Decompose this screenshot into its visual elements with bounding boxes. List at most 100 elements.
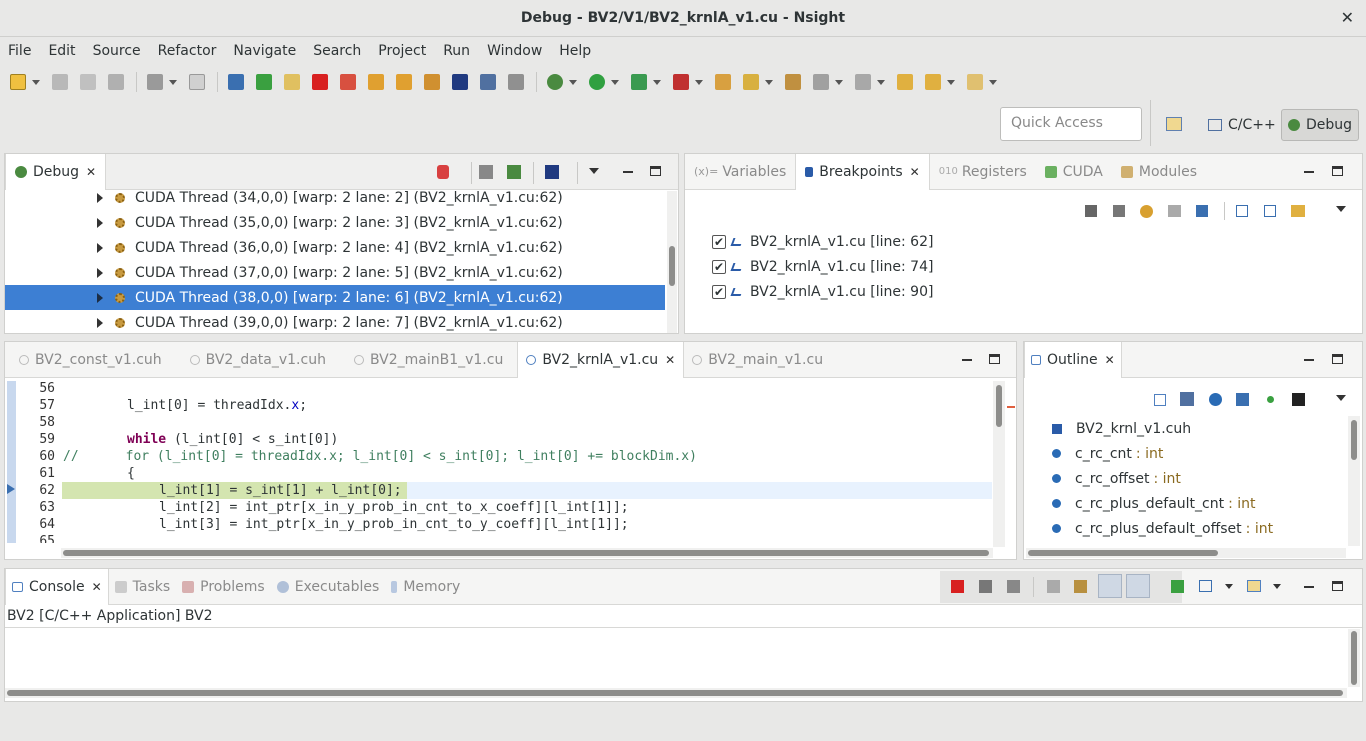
show-stdout-icon[interactable] — [1098, 574, 1122, 598]
view-menu-icon[interactable] — [1336, 206, 1346, 212]
minimize-icon[interactable] — [962, 359, 972, 361]
outline-item[interactable]: c_rc_plus_default_cnt: int — [1052, 491, 1256, 516]
code-line-current[interactable]: l_int[1] = s_int[1] + l_int[0]; — [159, 482, 402, 499]
tab-editor-main[interactable]: BV2_main_v1.cu — [684, 342, 831, 378]
disconnect-icon[interactable] — [340, 74, 356, 90]
forward-icon[interactable] — [967, 74, 983, 90]
view-menu-icon[interactable] — [1336, 395, 1346, 401]
scrollbar-thumb[interactable] — [1351, 631, 1357, 685]
tab-registers[interactable]: 010 Registers — [930, 154, 1036, 190]
quick-access-input[interactable]: Quick Access — [1000, 107, 1142, 141]
outline-item[interactable]: c_rc_plus_default_offset: int — [1052, 516, 1273, 541]
next-annotation-dropdown-icon[interactable] — [835, 79, 843, 85]
profile-icon[interactable] — [631, 74, 647, 90]
clear-console-icon[interactable] — [1047, 580, 1060, 593]
connect-icon[interactable] — [507, 165, 521, 179]
list-item[interactable]: ✔ BV2_krnlA_v1.cu [line: 74] — [712, 254, 933, 279]
search-tool-icon[interactable] — [743, 74, 759, 90]
debug-dropdown-icon[interactable] — [569, 79, 577, 85]
minimize-icon[interactable] — [1304, 171, 1314, 173]
outline-item[interactable]: c_rc_cnt: int — [1052, 441, 1163, 466]
list-item[interactable]: CUDA Thread (35,0,0) [warp: 2 lane: 3] (… — [5, 210, 665, 235]
list-item-selected[interactable]: CUDA Thread (38,0,0) [warp: 2 lane: 6] (… — [5, 285, 665, 310]
scrollbar-thumb[interactable] — [996, 385, 1002, 427]
scrollbar-thumb[interactable] — [669, 246, 675, 286]
list-item[interactable]: CUDA Thread (39,0,0) [warp: 2 lane: 7] (… — [5, 310, 665, 335]
menu-run[interactable]: Run — [443, 43, 470, 59]
menu-source[interactable]: Source — [93, 43, 141, 59]
expand-icon[interactable] — [97, 242, 103, 253]
external-tools-icon[interactable] — [673, 74, 689, 90]
menu-help[interactable]: Help — [559, 43, 591, 59]
run-icon[interactable] — [589, 74, 605, 90]
expand-icon[interactable] — [97, 217, 103, 228]
show-supported-icon[interactable] — [1140, 205, 1153, 218]
code-comment[interactable]: // for (l_int[0] = threadIdx.x; l_int[0]… — [63, 448, 697, 465]
tab-outline[interactable]: Outline ✕ — [1024, 341, 1122, 378]
code-line[interactable]: { — [127, 465, 135, 482]
run-to-line-icon[interactable] — [452, 74, 468, 90]
close-icon[interactable]: ✕ — [1341, 8, 1354, 27]
outline-item[interactable]: c_rc_offset: int — [1052, 466, 1181, 491]
collapse-all-icon[interactable] — [1154, 394, 1166, 406]
list-item[interactable]: ✔ BV2_krnlA_v1.cu [line: 62] — [712, 229, 933, 254]
save-icon[interactable] — [52, 74, 68, 90]
tab-console[interactable]: Console ✕ — [5, 568, 109, 605]
back-icon[interactable] — [925, 74, 941, 90]
expand-icon[interactable] — [97, 292, 103, 303]
console-vscrollbar[interactable] — [1348, 629, 1360, 687]
scrollbar-thumb[interactable] — [1351, 420, 1357, 460]
minimize-icon[interactable] — [1304, 359, 1314, 361]
next-annotation-icon[interactable] — [813, 74, 829, 90]
tab-editor-const[interactable]: BV2_const_v1.cuh — [5, 342, 176, 378]
expand-icon[interactable] — [97, 317, 103, 328]
tab-modules[interactable]: Modules — [1112, 154, 1206, 190]
new-icon[interactable] — [10, 74, 26, 90]
step-return-icon[interactable] — [424, 74, 440, 90]
code-line[interactable]: l_int[3] = int_ptr[x_in_y_prob_in_cnt_to… — [159, 516, 629, 533]
minimize-icon[interactable] — [623, 171, 633, 173]
terminate-icon[interactable] — [312, 74, 328, 90]
tab-editor-krnla[interactable]: BV2_krnlA_v1.cu ✕ — [517, 341, 685, 378]
prev-annotation-dropdown-icon[interactable] — [877, 79, 885, 85]
last-edit-icon[interactable] — [897, 74, 913, 90]
code-line[interactable]: l_int[2] = int_ptr[x_in_y_prob_in_cnt_to… — [159, 499, 629, 516]
drop-to-frame-icon[interactable] — [508, 74, 524, 90]
build-dropdown-icon[interactable] — [169, 79, 177, 85]
new-dropdown-icon[interactable] — [32, 79, 40, 85]
maximize-icon[interactable] — [989, 354, 1000, 364]
outline-item[interactable]: BV2_krnl_v1.cuh — [1052, 416, 1191, 441]
menu-navigate[interactable]: Navigate — [233, 43, 296, 59]
binary-icon[interactable] — [189, 74, 205, 90]
remove-launch-icon[interactable] — [979, 580, 992, 593]
tab-problems[interactable]: Problems — [176, 569, 271, 605]
terminate-icon[interactable] — [951, 580, 964, 593]
resume-icon[interactable] — [256, 74, 272, 90]
close-icon[interactable]: ✕ — [665, 353, 675, 367]
close-icon[interactable]: ✕ — [86, 165, 96, 179]
expand-all-icon[interactable] — [1236, 205, 1248, 217]
tab-cuda[interactable]: CUDA — [1036, 154, 1112, 190]
outline-vscrollbar[interactable] — [1348, 416, 1360, 546]
tab-memory[interactable]: Memory — [385, 569, 466, 605]
tab-editor-data[interactable]: BV2_data_v1.cuh — [176, 342, 340, 378]
menu-project[interactable]: Project — [378, 43, 426, 59]
build-icon[interactable] — [147, 74, 163, 90]
remove-all-icon[interactable] — [1113, 205, 1125, 217]
open-console-dropdown-icon[interactable] — [1273, 584, 1281, 589]
scroll-lock-icon[interactable] — [1074, 580, 1087, 593]
link-editor-icon[interactable] — [1291, 205, 1305, 217]
step-over-icon[interactable] — [396, 74, 412, 90]
debug-icon[interactable] — [547, 74, 563, 90]
remove-icon[interactable] — [1085, 205, 1097, 217]
list-item[interactable]: CUDA Thread (34,0,0) [warp: 2 lane: 2] (… — [5, 185, 665, 210]
overview-marker[interactable] — [1007, 406, 1015, 408]
list-item[interactable]: CUDA Thread (37,0,0) [warp: 2 lane: 5] (… — [5, 260, 665, 285]
menu-search[interactable]: Search — [313, 43, 361, 59]
list-item[interactable]: ✔ BV2_krnlA_v1.cu [line: 90] — [712, 279, 933, 304]
minimize-icon[interactable] — [1304, 586, 1314, 588]
maximize-icon[interactable] — [1332, 354, 1343, 364]
editor-vscrollbar[interactable] — [993, 381, 1005, 547]
back-dropdown-icon[interactable] — [947, 79, 955, 85]
search-dropdown-icon[interactable] — [765, 79, 773, 85]
